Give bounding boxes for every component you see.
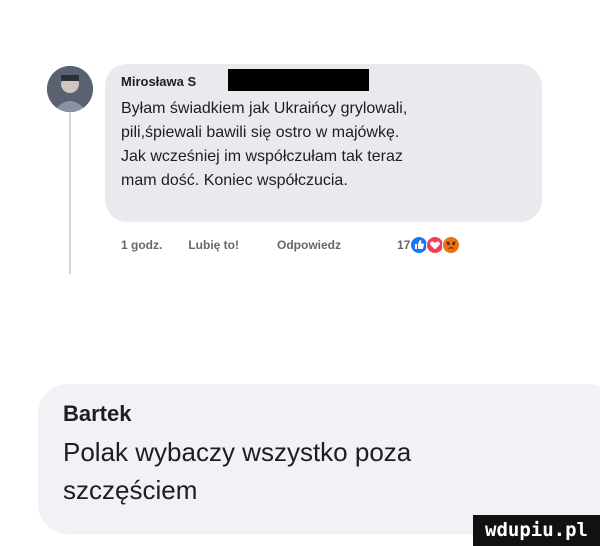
comment-author[interactable]: Bartek: [63, 401, 131, 427]
reply-button[interactable]: Odpowiedz: [277, 238, 341, 252]
redaction-bar: [228, 69, 369, 91]
comment-timestamp[interactable]: 1 godz.: [121, 238, 162, 252]
watermark-logo: wdupiu.pl: [473, 515, 600, 546]
comment-line: pili,śpiewali bawili się ostro w majówkę…: [121, 124, 400, 141]
comment-line: mam dość. Koniec współczucia.: [121, 172, 348, 189]
comment-author[interactable]: Mirosława S: [121, 74, 196, 89]
comment-text: Byłam świadkiem jak Ukraińcy grylowali, …: [121, 97, 541, 193]
comment-actions: 1 godz. Lubię to! Odpowiedz 17: [121, 236, 461, 254]
comment-line: Polak wybaczy wszystko poza: [63, 437, 412, 467]
comment-line: Byłam świadkiem jak Ukraińcy grylowali,: [121, 100, 408, 117]
thread-line: [69, 104, 71, 274]
reaction-icons[interactable]: [410, 236, 461, 254]
reaction-count[interactable]: 17: [397, 238, 410, 252]
comment-line: Jak wcześniej im współczułam tak teraz: [121, 148, 403, 165]
avatar-image: [47, 66, 93, 112]
comment-text: Polak wybaczy wszystko poza szczęściem: [63, 433, 543, 509]
angry-icon: [442, 236, 461, 254]
like-button[interactable]: Lubię to!: [188, 238, 239, 252]
comment-line: szczęściem: [63, 475, 198, 505]
avatar[interactable]: [47, 66, 93, 112]
